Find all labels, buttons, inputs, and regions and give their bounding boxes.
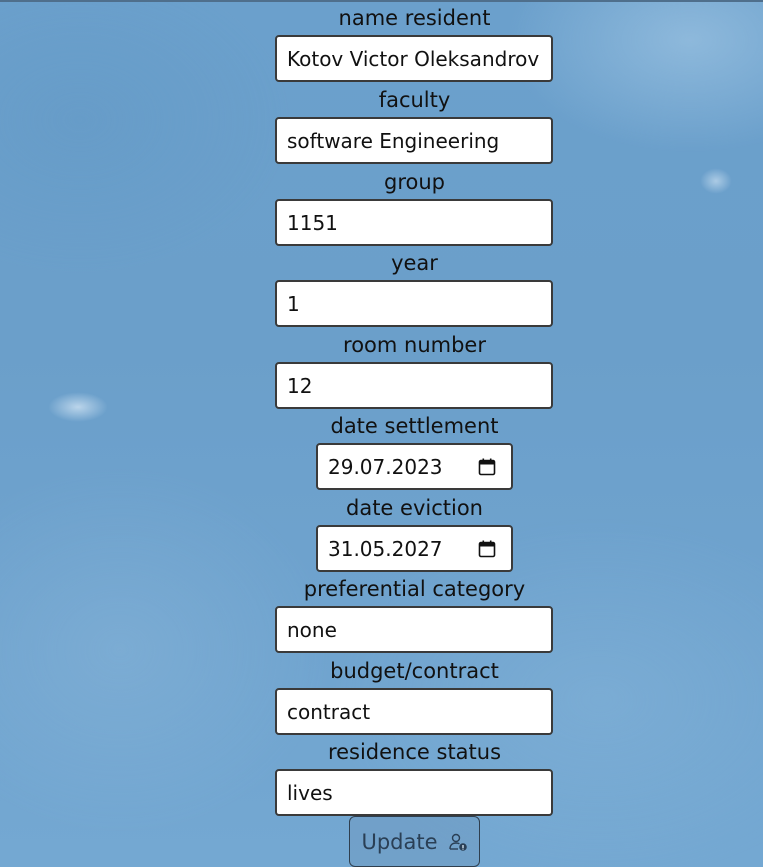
field-label: budget/contract [330,659,499,683]
year-input[interactable] [275,280,553,327]
field-residence-status: residence status [0,734,763,816]
field-label: group [384,170,445,194]
field-label: name resident [338,6,491,30]
calendar-icon[interactable] [478,540,496,558]
field-budget-contract: budget/contract [0,653,763,735]
field-label: year [391,251,438,275]
group-input[interactable] [275,199,553,246]
name-resident-input[interactable] [275,35,553,82]
preferential-category-input[interactable] [275,606,553,653]
field-group: group [0,164,763,246]
budget-contract-input[interactable] [275,688,553,735]
field-label: room number [343,333,486,357]
field-year: year [0,245,763,327]
field-label: residence status [327,740,502,764]
update-button[interactable]: Update [349,816,480,867]
user-lock-icon [448,833,467,851]
field-faculty: faculty [0,82,763,164]
field-label: date settlement [330,414,499,438]
field-room-number: room number [0,327,763,409]
residence-status-input[interactable] [275,769,553,816]
calendar-icon[interactable] [478,458,496,476]
field-date-eviction: date eviction [0,490,763,572]
faculty-input[interactable] [275,117,553,164]
field-label: date eviction [346,496,483,520]
room-number-input[interactable] [275,362,553,409]
field-date-settlement: date settlement [0,408,763,490]
update-button-label: Update [361,829,438,854]
field-name-resident: name resident [0,0,763,82]
field-label: faculty [378,88,451,112]
field-preferential-category: preferential category [0,571,763,653]
field-label: preferential category [303,577,526,601]
